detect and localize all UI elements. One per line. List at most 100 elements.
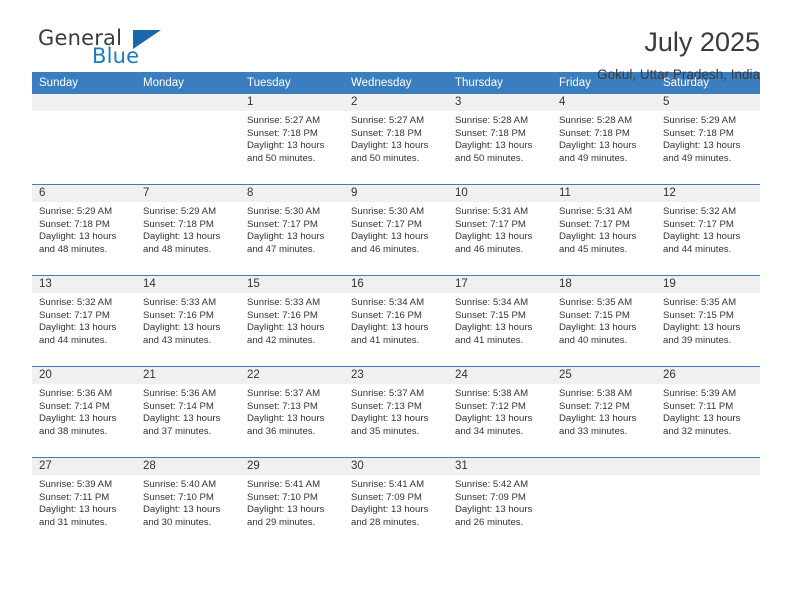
daylight-text-line2: and 42 minutes. [247, 334, 316, 346]
calendar-day-cell[interactable]: 3 Sunrise: 5:28 AM Sunset: 7:18 PM Dayli… [448, 94, 552, 185]
daylight-text-line2: and 45 minutes. [559, 243, 628, 255]
day-number: 16 [344, 276, 448, 293]
calendar-day-cell[interactable]: 26 Sunrise: 5:39 AM Sunset: 7:11 PM Dayl… [656, 366, 760, 458]
sunset-text: Sunset: 7:12 PM [455, 400, 526, 412]
daylight-text-line1: Daylight: 13 hours [455, 504, 533, 516]
daylight-text-line2: and 43 minutes. [143, 334, 212, 346]
sunrise-text: Sunrise: 5:37 AM [351, 388, 425, 399]
day-number: 7 [136, 185, 240, 202]
calendar-day-cell[interactable]: 14 Sunrise: 5:33 AM Sunset: 7:16 PM Dayl… [136, 275, 240, 367]
sunrise-text: Sunrise: 5:32 AM [39, 297, 113, 308]
day-details: Sunrise: 5:35 AM Sunset: 7:15 PM Dayligh… [656, 293, 760, 347]
sunset-text: Sunset: 7:16 PM [143, 309, 214, 321]
calendar-day-cell[interactable]: 5 Sunrise: 5:29 AM Sunset: 7:18 PM Dayli… [656, 94, 760, 185]
calendar-day-cell[interactable]: 28 Sunrise: 5:40 AM Sunset: 7:10 PM Dayl… [136, 457, 240, 548]
sunrise-text: Sunrise: 5:37 AM [247, 388, 321, 399]
calendar-day-cell[interactable]: 13 Sunrise: 5:32 AM Sunset: 7:17 PM Dayl… [32, 275, 136, 367]
day-details: Sunrise: 5:34 AM Sunset: 7:16 PM Dayligh… [344, 293, 448, 347]
day-number: 29 [240, 458, 344, 475]
sunrise-text: Sunrise: 5:34 AM [351, 297, 425, 308]
calendar-day-cell[interactable]: 17 Sunrise: 5:34 AM Sunset: 7:15 PM Dayl… [448, 275, 552, 367]
calendar-day-cell[interactable] [552, 457, 656, 548]
calendar-day-cell[interactable]: 11 Sunrise: 5:31 AM Sunset: 7:17 PM Dayl… [552, 184, 656, 276]
day-number: 31 [448, 458, 552, 475]
day-number [32, 94, 136, 111]
calendar-week-row: 6 Sunrise: 5:29 AM Sunset: 7:18 PM Dayli… [32, 184, 760, 276]
calendar-day-cell[interactable] [136, 94, 240, 185]
sunrise-text: Sunrise: 5:39 AM [663, 388, 737, 399]
calendar-day-cell[interactable]: 16 Sunrise: 5:34 AM Sunset: 7:16 PM Dayl… [344, 275, 448, 367]
sunrise-text: Sunrise: 5:36 AM [143, 388, 217, 399]
daylight-text-line1: Daylight: 13 hours [351, 322, 429, 334]
calendar-day-cell[interactable]: 23 Sunrise: 5:37 AM Sunset: 7:13 PM Dayl… [344, 366, 448, 458]
daylight-text-line2: and 33 minutes. [559, 425, 628, 437]
sunrise-text: Sunrise: 5:41 AM [247, 479, 321, 490]
daylight-text-line2: and 29 minutes. [247, 516, 316, 528]
calendar-day-cell[interactable]: 21 Sunrise: 5:36 AM Sunset: 7:14 PM Dayl… [136, 366, 240, 458]
day-details: Sunrise: 5:41 AM Sunset: 7:09 PM Dayligh… [344, 475, 448, 529]
title-block: July 2025 Gokul, Uttar Pradesh, India [597, 26, 760, 81]
calendar-day-cell[interactable]: 15 Sunrise: 5:33 AM Sunset: 7:16 PM Dayl… [240, 275, 344, 367]
daylight-text-line1: Daylight: 13 hours [559, 231, 637, 243]
calendar-day-cell[interactable]: 10 Sunrise: 5:31 AM Sunset: 7:17 PM Dayl… [448, 184, 552, 276]
day-number: 4 [552, 94, 656, 111]
day-number: 12 [656, 185, 760, 202]
daylight-text-line2: and 34 minutes. [455, 425, 524, 437]
calendar-day-cell[interactable]: 2 Sunrise: 5:27 AM Sunset: 7:18 PM Dayli… [344, 94, 448, 185]
daylight-text-line1: Daylight: 13 hours [39, 504, 117, 516]
calendar-day-cell[interactable]: 12 Sunrise: 5:32 AM Sunset: 7:17 PM Dayl… [656, 184, 760, 276]
calendar-day-cell[interactable]: 31 Sunrise: 5:42 AM Sunset: 7:09 PM Dayl… [448, 457, 552, 548]
daylight-text-line1: Daylight: 13 hours [351, 231, 429, 243]
daylight-text-line2: and 36 minutes. [247, 425, 316, 437]
daylight-text-line2: and 37 minutes. [143, 425, 212, 437]
calendar-day-cell[interactable]: 27 Sunrise: 5:39 AM Sunset: 7:11 PM Dayl… [32, 457, 136, 548]
sunset-text: Sunset: 7:17 PM [39, 309, 110, 321]
sunrise-text: Sunrise: 5:33 AM [143, 297, 217, 308]
calendar-day-cell[interactable]: 6 Sunrise: 5:29 AM Sunset: 7:18 PM Dayli… [32, 184, 136, 276]
day-number: 28 [136, 458, 240, 475]
sunset-text: Sunset: 7:09 PM [351, 491, 422, 503]
daylight-text-line1: Daylight: 13 hours [455, 231, 533, 243]
day-details: Sunrise: 5:34 AM Sunset: 7:15 PM Dayligh… [448, 293, 552, 347]
calendar-day-cell[interactable]: 30 Sunrise: 5:41 AM Sunset: 7:09 PM Dayl… [344, 457, 448, 548]
daylight-text-line2: and 44 minutes. [39, 334, 108, 346]
day-number [656, 458, 760, 475]
sunset-text: Sunset: 7:15 PM [455, 309, 526, 321]
daylight-text-line1: Daylight: 13 hours [143, 413, 221, 425]
daylight-text-line1: Daylight: 13 hours [143, 322, 221, 334]
calendar-day-cell[interactable]: 20 Sunrise: 5:36 AM Sunset: 7:14 PM Dayl… [32, 366, 136, 458]
sunrise-text: Sunrise: 5:28 AM [455, 115, 529, 126]
daylight-text-line1: Daylight: 13 hours [247, 413, 325, 425]
daylight-text-line2: and 35 minutes. [351, 425, 420, 437]
sunset-text: Sunset: 7:17 PM [663, 218, 734, 230]
calendar-day-cell[interactable]: 8 Sunrise: 5:30 AM Sunset: 7:17 PM Dayli… [240, 184, 344, 276]
sunset-text: Sunset: 7:12 PM [559, 400, 630, 412]
daylight-text-line1: Daylight: 13 hours [351, 504, 429, 516]
calendar-day-cell[interactable]: 29 Sunrise: 5:41 AM Sunset: 7:10 PM Dayl… [240, 457, 344, 548]
daylight-text-line2: and 50 minutes. [455, 152, 524, 164]
calendar-week-row: 1 Sunrise: 5:27 AM Sunset: 7:18 PM Dayli… [32, 94, 760, 185]
sunrise-text: Sunrise: 5:41 AM [351, 479, 425, 490]
day-details: Sunrise: 5:30 AM Sunset: 7:17 PM Dayligh… [344, 202, 448, 256]
daylight-text-line2: and 48 minutes. [143, 243, 212, 255]
calendar-day-cell[interactable]: 7 Sunrise: 5:29 AM Sunset: 7:18 PM Dayli… [136, 184, 240, 276]
calendar-day-cell[interactable] [32, 94, 136, 185]
daylight-text-line1: Daylight: 13 hours [247, 322, 325, 334]
calendar-day-cell[interactable] [656, 457, 760, 548]
calendar-day-cell[interactable]: 1 Sunrise: 5:27 AM Sunset: 7:18 PM Dayli… [240, 94, 344, 185]
calendar-day-cell[interactable]: 4 Sunrise: 5:28 AM Sunset: 7:18 PM Dayli… [552, 94, 656, 185]
daylight-text-line2: and 49 minutes. [663, 152, 732, 164]
calendar-day-cell[interactable]: 25 Sunrise: 5:38 AM Sunset: 7:12 PM Dayl… [552, 366, 656, 458]
calendar-day-cell[interactable]: 9 Sunrise: 5:30 AM Sunset: 7:17 PM Dayli… [344, 184, 448, 276]
calendar-day-cell[interactable]: 18 Sunrise: 5:35 AM Sunset: 7:15 PM Dayl… [552, 275, 656, 367]
calendar-day-cell[interactable]: 19 Sunrise: 5:35 AM Sunset: 7:15 PM Dayl… [656, 275, 760, 367]
day-details: Sunrise: 5:29 AM Sunset: 7:18 PM Dayligh… [656, 111, 760, 165]
calendar-day-cell[interactable]: 24 Sunrise: 5:38 AM Sunset: 7:12 PM Dayl… [448, 366, 552, 458]
calendar-day-cell[interactable]: 22 Sunrise: 5:37 AM Sunset: 7:13 PM Dayl… [240, 366, 344, 458]
sunset-text: Sunset: 7:15 PM [559, 309, 630, 321]
daylight-text-line1: Daylight: 13 hours [247, 504, 325, 516]
calendar-week-row: 27 Sunrise: 5:39 AM Sunset: 7:11 PM Dayl… [32, 457, 760, 548]
daylight-text-line2: and 41 minutes. [455, 334, 524, 346]
daylight-text-line2: and 41 minutes. [351, 334, 420, 346]
sunrise-text: Sunrise: 5:38 AM [559, 388, 633, 399]
